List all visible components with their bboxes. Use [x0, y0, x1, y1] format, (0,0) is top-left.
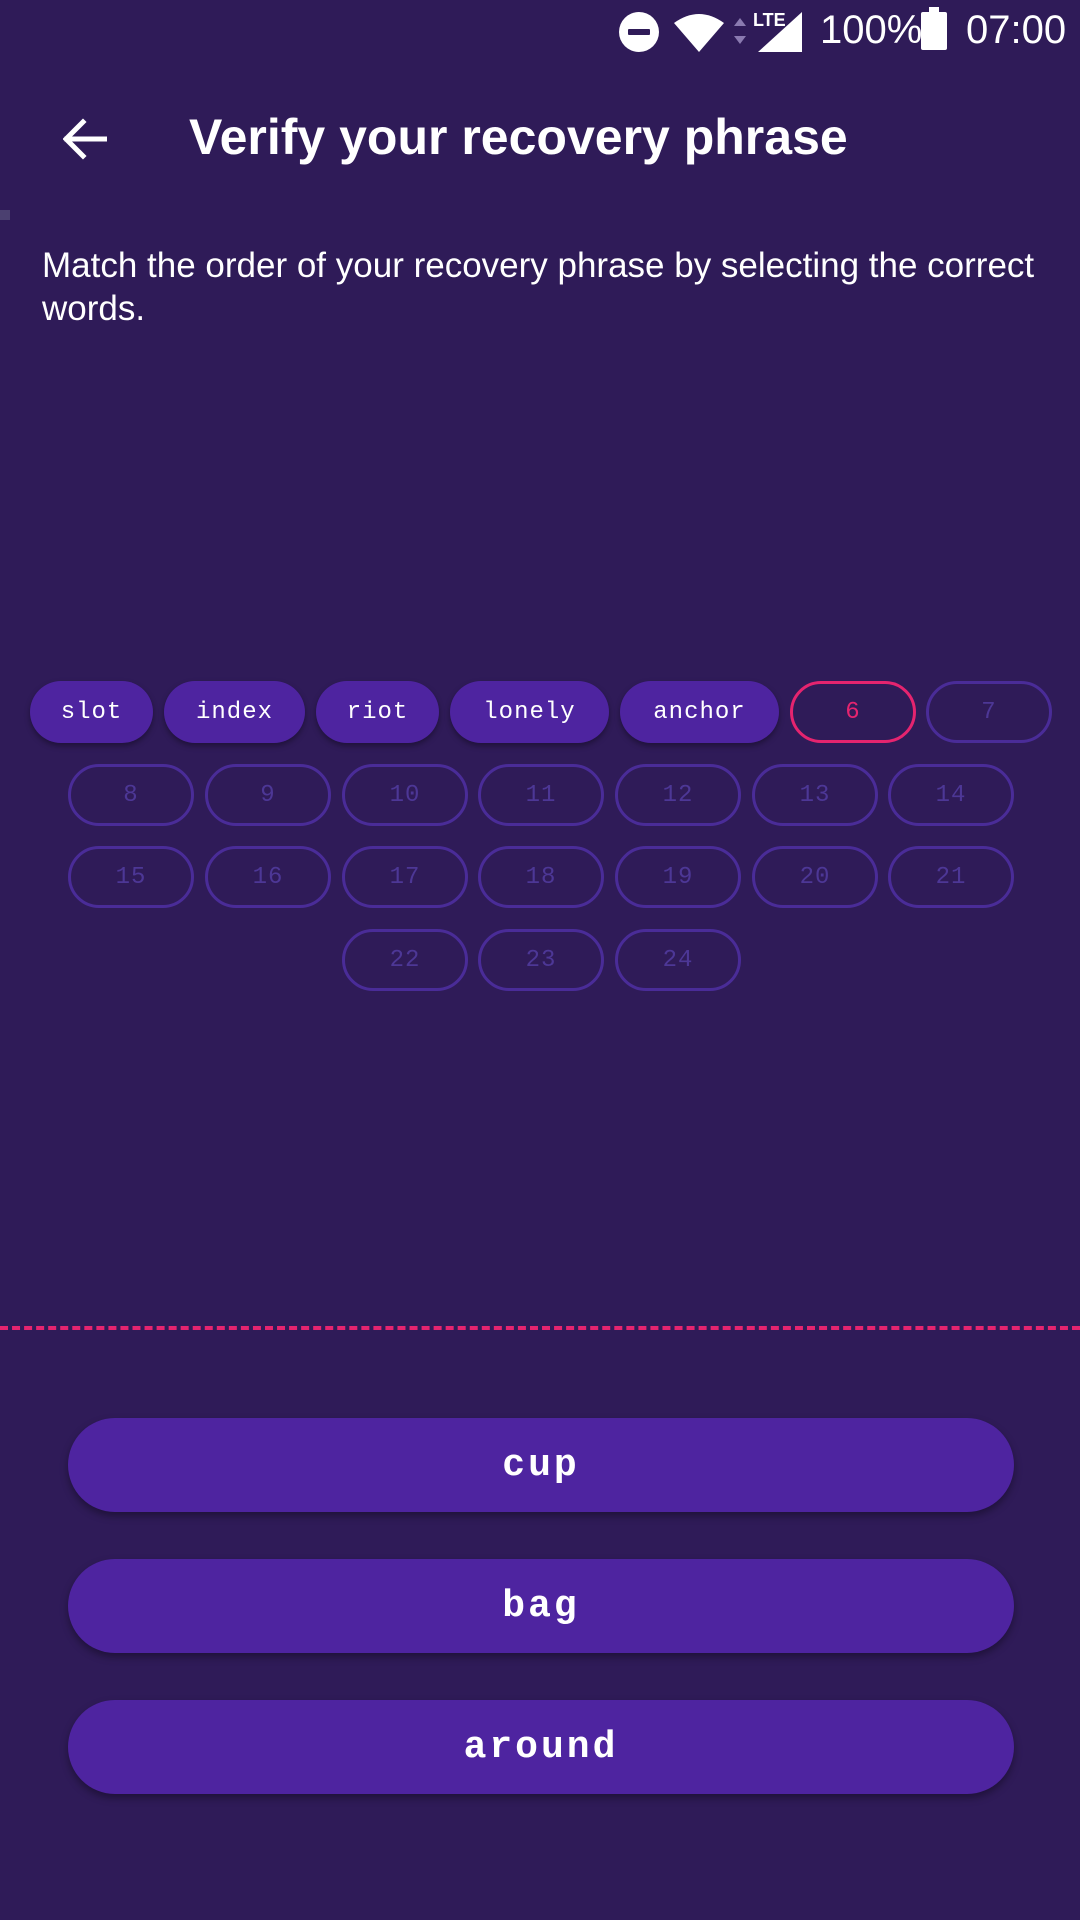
arrow-back-icon	[63, 118, 107, 160]
phrase-slot-empty: 20	[752, 846, 878, 908]
phrase-slot-empty: 13	[752, 764, 878, 826]
phrase-slot-empty: 18	[478, 846, 604, 908]
phrase-word-chip[interactable]: anchor	[620, 681, 779, 743]
phrase-word-chip[interactable]: riot	[316, 681, 439, 743]
instruction-text: Match the order of your recovery phrase …	[42, 246, 1035, 328]
phrase-slot-empty: 19	[615, 846, 741, 908]
data-arrows-icon	[734, 18, 746, 44]
phrase-slot-empty: 22	[342, 929, 468, 991]
phrase-slot-empty: 15	[68, 846, 194, 908]
phrase-slot-empty: 16	[205, 846, 331, 908]
phrase-slot-empty: 11	[478, 764, 604, 826]
phrase-slot-empty: 14	[888, 764, 1014, 826]
phrase-slot-empty: 12	[615, 764, 741, 826]
do-not-disturb-icon	[619, 12, 659, 52]
phrase-word-chip[interactable]: index	[164, 681, 305, 743]
dashed-divider	[0, 1326, 1080, 1330]
phrase-slot-empty: 8	[68, 764, 194, 826]
phrase-slot-empty: 7	[926, 681, 1052, 743]
wifi-icon	[674, 14, 724, 52]
phrase-slot-empty: 24	[615, 929, 741, 991]
battery-icon	[921, 7, 947, 50]
phrase-word-chip[interactable]: slot	[30, 681, 153, 743]
word-choice-button[interactable]: cup	[68, 1418, 1014, 1512]
edge-marker	[0, 210, 10, 220]
phrase-slot-empty: 17	[342, 846, 468, 908]
word-choice-button[interactable]: bag	[68, 1559, 1014, 1653]
status-bar: LTE 100% 07:00	[0, 0, 1080, 64]
phrase-slot-active: 6	[790, 681, 916, 743]
phrase-slot-empty: 21	[888, 846, 1014, 908]
clock: 07:00	[966, 8, 1067, 52]
phrase-slot-empty: 23	[478, 929, 604, 991]
phrase-slot-empty: 10	[342, 764, 468, 826]
battery-percentage: 100%	[820, 8, 923, 52]
page-title: Verify your recovery phrase	[189, 109, 848, 165]
cell-signal-icon	[758, 12, 802, 52]
phrase-slot-empty: 9	[205, 764, 331, 826]
word-choice-button[interactable]: around	[68, 1700, 1014, 1794]
back-button[interactable]	[50, 104, 120, 174]
phrase-word-chip[interactable]: lonely	[450, 681, 609, 743]
